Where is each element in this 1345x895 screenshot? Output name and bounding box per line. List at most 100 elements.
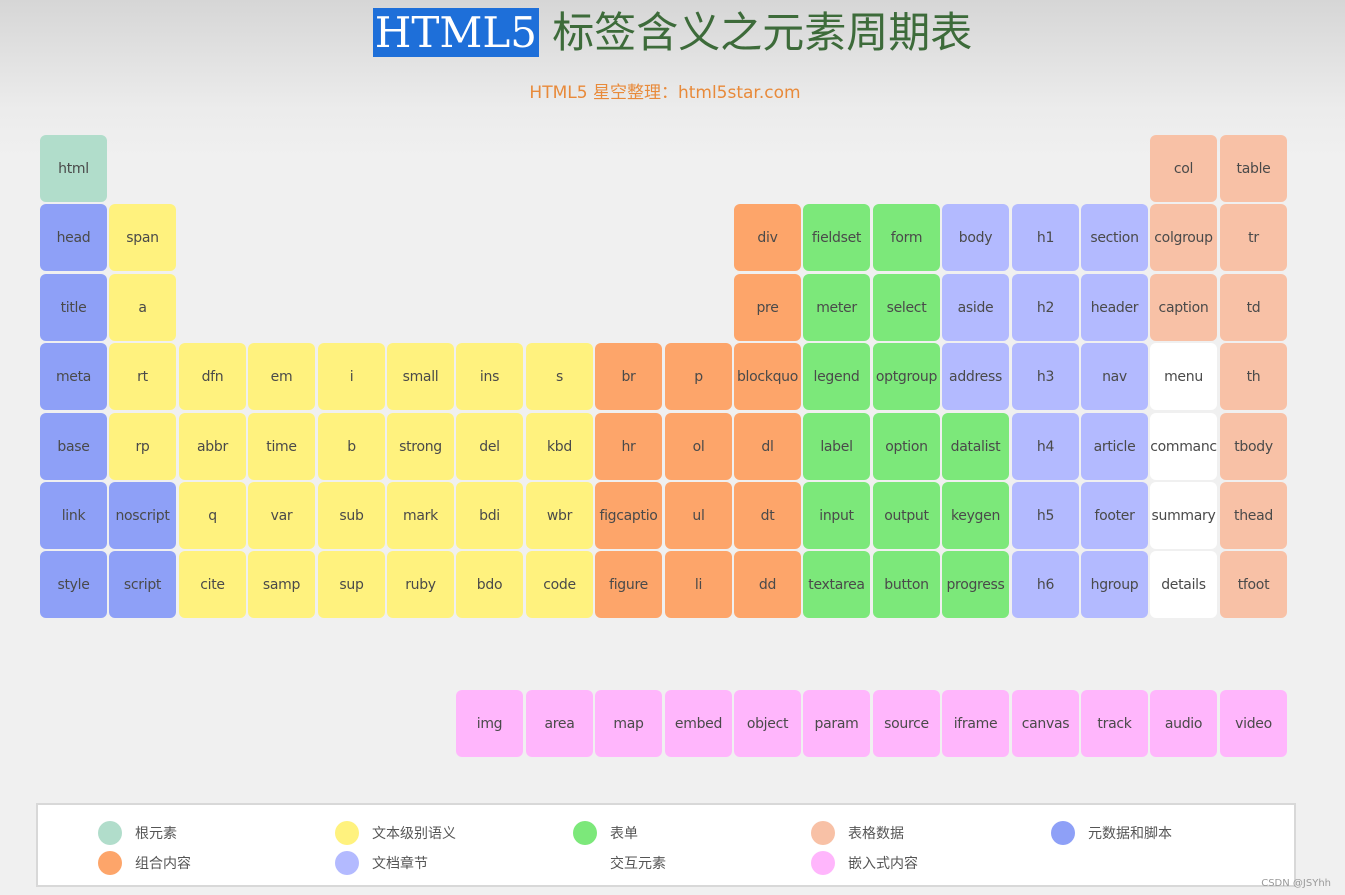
element-cell-h6[interactable]: h6 [1012, 551, 1079, 618]
element-cell-strong[interactable]: strong [387, 413, 454, 480]
element-cell-title[interactable]: title [40, 274, 107, 341]
element-cell-colgroup[interactable]: colgroup [1150, 204, 1217, 271]
element-cell-address[interactable]: address [942, 343, 1009, 410]
element-cell-tfoot[interactable]: tfoot [1220, 551, 1287, 618]
element-cell-article[interactable]: article [1081, 413, 1148, 480]
element-cell-hgroup[interactable]: hgroup [1081, 551, 1148, 618]
element-cell-abbr[interactable]: abbr [179, 413, 246, 480]
element-cell-aside[interactable]: aside [942, 274, 1009, 341]
element-cell-datalist[interactable]: datalist [942, 413, 1009, 480]
element-cell-summary[interactable]: summary [1150, 482, 1217, 549]
element-cell-cite[interactable]: cite [179, 551, 246, 618]
element-cell-dt[interactable]: dt [734, 482, 801, 549]
element-cell-link[interactable]: link [40, 482, 107, 549]
element-cell-label[interactable]: label [803, 413, 870, 480]
element-cell-figcaptio[interactable]: figcaptio [595, 482, 662, 549]
element-cell-base[interactable]: base [40, 413, 107, 480]
element-cell-figure[interactable]: figure [595, 551, 662, 618]
element-cell-button[interactable]: button [873, 551, 940, 618]
element-cell-footer[interactable]: footer [1081, 482, 1148, 549]
element-cell-meter[interactable]: meter [803, 274, 870, 341]
element-cell-rp[interactable]: rp [109, 413, 176, 480]
element-cell-dl[interactable]: dl [734, 413, 801, 480]
element-cell-html[interactable]: html [40, 135, 107, 202]
element-cell-blockquo[interactable]: blockquo [734, 343, 801, 410]
element-cell-th[interactable]: th [1220, 343, 1287, 410]
element-cell-ins[interactable]: ins [456, 343, 523, 410]
element-cell-embed[interactable]: embed [665, 690, 732, 757]
element-cell-small[interactable]: small [387, 343, 454, 410]
element-cell-option[interactable]: option [873, 413, 940, 480]
element-cell-input[interactable]: input [803, 482, 870, 549]
element-cell-commanc[interactable]: commanc [1150, 413, 1217, 480]
element-cell-h2[interactable]: h2 [1012, 274, 1079, 341]
element-cell-q[interactable]: q [179, 482, 246, 549]
element-cell-p[interactable]: p [665, 343, 732, 410]
element-cell-bdo[interactable]: bdo [456, 551, 523, 618]
element-cell-legend[interactable]: legend [803, 343, 870, 410]
element-cell-style[interactable]: style [40, 551, 107, 618]
element-cell-col[interactable]: col [1150, 135, 1217, 202]
element-cell-noscript[interactable]: noscript [109, 482, 176, 549]
element-cell-hr[interactable]: hr [595, 413, 662, 480]
element-cell-body[interactable]: body [942, 204, 1009, 271]
element-cell-ul[interactable]: ul [665, 482, 732, 549]
element-cell-details[interactable]: details [1150, 551, 1217, 618]
element-cell-iframe[interactable]: iframe [942, 690, 1009, 757]
element-cell-pre[interactable]: pre [734, 274, 801, 341]
element-cell-bdi[interactable]: bdi [456, 482, 523, 549]
element-cell-time[interactable]: time [248, 413, 315, 480]
element-cell-i[interactable]: i [318, 343, 385, 410]
element-cell-progress[interactable]: progress [942, 551, 1009, 618]
element-cell-h3[interactable]: h3 [1012, 343, 1079, 410]
element-cell-optgroup[interactable]: optgroup [873, 343, 940, 410]
element-cell-form[interactable]: form [873, 204, 940, 271]
element-cell-textarea[interactable]: textarea [803, 551, 870, 618]
element-cell-td[interactable]: td [1220, 274, 1287, 341]
element-cell-fieldset[interactable]: fieldset [803, 204, 870, 271]
element-cell-dd[interactable]: dd [734, 551, 801, 618]
element-cell-li[interactable]: li [665, 551, 732, 618]
element-cell-h4[interactable]: h4 [1012, 413, 1079, 480]
element-cell-keygen[interactable]: keygen [942, 482, 1009, 549]
element-cell-var[interactable]: var [248, 482, 315, 549]
element-cell-source[interactable]: source [873, 690, 940, 757]
element-cell-script[interactable]: script [109, 551, 176, 618]
element-cell-mark[interactable]: mark [387, 482, 454, 549]
element-cell-del[interactable]: del [456, 413, 523, 480]
element-cell-area[interactable]: area [526, 690, 593, 757]
element-cell-caption[interactable]: caption [1150, 274, 1217, 341]
element-cell-sub[interactable]: sub [318, 482, 385, 549]
element-cell-dfn[interactable]: dfn [179, 343, 246, 410]
element-cell-em[interactable]: em [248, 343, 315, 410]
element-cell-map[interactable]: map [595, 690, 662, 757]
element-cell-wbr[interactable]: wbr [526, 482, 593, 549]
element-cell-section[interactable]: section [1081, 204, 1148, 271]
element-cell-param[interactable]: param [803, 690, 870, 757]
element-cell-rt[interactable]: rt [109, 343, 176, 410]
element-cell-thead[interactable]: thead [1220, 482, 1287, 549]
element-cell-tbody[interactable]: tbody [1220, 413, 1287, 480]
element-cell-tr[interactable]: tr [1220, 204, 1287, 271]
element-cell-samp[interactable]: samp [248, 551, 315, 618]
element-cell-nav[interactable]: nav [1081, 343, 1148, 410]
element-cell-sup[interactable]: sup [318, 551, 385, 618]
element-cell-canvas[interactable]: canvas [1012, 690, 1079, 757]
element-cell-div[interactable]: div [734, 204, 801, 271]
element-cell-track[interactable]: track [1081, 690, 1148, 757]
element-cell-output[interactable]: output [873, 482, 940, 549]
element-cell-ol[interactable]: ol [665, 413, 732, 480]
element-cell-audio[interactable]: audio [1150, 690, 1217, 757]
element-cell-meta[interactable]: meta [40, 343, 107, 410]
element-cell-a[interactable]: a [109, 274, 176, 341]
element-cell-video[interactable]: video [1220, 690, 1287, 757]
element-cell-b[interactable]: b [318, 413, 385, 480]
element-cell-h5[interactable]: h5 [1012, 482, 1079, 549]
element-cell-menu[interactable]: menu [1150, 343, 1217, 410]
element-cell-img[interactable]: img [456, 690, 523, 757]
element-cell-code[interactable]: code [526, 551, 593, 618]
element-cell-table[interactable]: table [1220, 135, 1287, 202]
element-cell-h1[interactable]: h1 [1012, 204, 1079, 271]
element-cell-object[interactable]: object [734, 690, 801, 757]
element-cell-header[interactable]: header [1081, 274, 1148, 341]
